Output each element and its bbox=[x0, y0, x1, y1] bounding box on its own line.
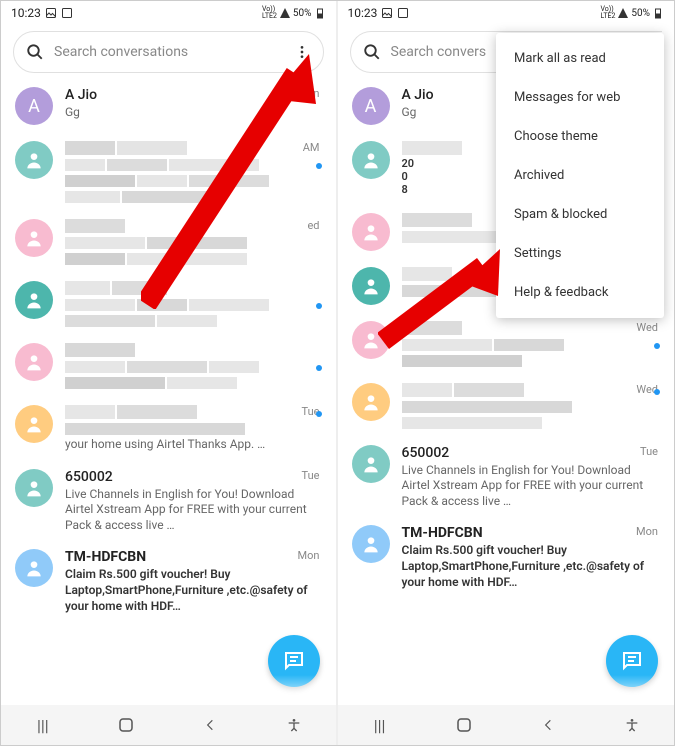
conversation-item[interactable]: Tue your home using Airtel Thanks App. … bbox=[1, 397, 336, 461]
status-bar: 10:23 Vo))LTE2 50% bbox=[1, 1, 336, 25]
conversation-item[interactable]: Wed bbox=[338, 313, 675, 375]
conversation-item[interactable]: 650002Tue Live Channels in English for Y… bbox=[338, 437, 675, 518]
avatar bbox=[15, 549, 53, 587]
phone-screen-right: 10:23 Vo))LTE2 50% Search convers A A Ji… bbox=[338, 1, 675, 745]
signal-icon bbox=[617, 7, 629, 19]
unread-dot bbox=[316, 411, 322, 417]
battery-icon bbox=[314, 7, 326, 19]
recents-button[interactable]: ||| bbox=[368, 713, 392, 737]
home-button[interactable] bbox=[114, 713, 138, 737]
conversation-item[interactable]: TM-HDFCBNMon Claim Rs.500 gift voucher! … bbox=[1, 541, 336, 622]
menu-mark-all-read[interactable]: Mark all as read bbox=[496, 39, 664, 78]
avatar bbox=[15, 141, 53, 179]
search-placeholder: Search conversations bbox=[54, 44, 283, 60]
image-icon bbox=[397, 7, 409, 19]
search-icon bbox=[26, 43, 44, 61]
menu-spam-blocked[interactable]: Spam & blocked bbox=[496, 195, 664, 234]
more-vert-icon bbox=[294, 44, 310, 60]
image-icon bbox=[45, 7, 57, 19]
more-options-button[interactable] bbox=[293, 43, 311, 61]
phone-screen-left: 10:23 Vo))LTE2 50% Search conversations … bbox=[1, 1, 338, 745]
menu-help-feedback[interactable]: Help & feedback bbox=[496, 273, 664, 312]
avatar bbox=[352, 445, 390, 483]
conversation-item[interactable] bbox=[1, 335, 336, 397]
conversation-item[interactable]: Wed bbox=[338, 375, 675, 437]
accessibility-button[interactable] bbox=[620, 713, 644, 737]
conversation-preview: Gg bbox=[65, 105, 322, 121]
unread-dot bbox=[654, 343, 660, 349]
chat-icon bbox=[620, 649, 644, 673]
signal-icon bbox=[279, 7, 291, 19]
conversation-item[interactable]: TM-HDFCBNMon Claim Rs.500 gift voucher! … bbox=[338, 517, 675, 598]
avatar bbox=[352, 141, 390, 179]
search-icon bbox=[363, 43, 381, 61]
avatar bbox=[15, 343, 53, 381]
back-button[interactable] bbox=[536, 713, 560, 737]
image-icon bbox=[381, 7, 393, 19]
conversation-list: A A Jio 24 min Gg AM bbox=[1, 79, 336, 705]
avatar bbox=[15, 281, 53, 319]
conversation-item[interactable] bbox=[1, 273, 336, 335]
unread-dot bbox=[316, 303, 322, 309]
new-message-fab[interactable] bbox=[606, 635, 658, 687]
status-network: Vo))LTE2 bbox=[262, 6, 277, 20]
avatar: A bbox=[352, 87, 390, 125]
avatar bbox=[15, 405, 53, 443]
navigation-bar: ||| bbox=[1, 705, 336, 745]
avatar bbox=[352, 321, 390, 359]
conversation-item[interactable]: 650002Tue Live Channels in English for Y… bbox=[1, 461, 336, 542]
home-button[interactable] bbox=[452, 713, 476, 737]
avatar bbox=[15, 219, 53, 257]
avatar: A bbox=[15, 87, 53, 125]
avatar bbox=[15, 469, 53, 507]
avatar bbox=[352, 213, 390, 251]
accessibility-button[interactable] bbox=[282, 713, 306, 737]
avatar bbox=[352, 383, 390, 421]
search-bar[interactable]: Search conversations bbox=[13, 31, 324, 73]
back-button[interactable] bbox=[198, 713, 222, 737]
avatar bbox=[352, 525, 390, 563]
recents-button[interactable]: ||| bbox=[31, 713, 55, 737]
new-message-fab[interactable] bbox=[268, 635, 320, 687]
unread-dot bbox=[316, 365, 322, 371]
conversation-item[interactable]: AM bbox=[1, 133, 336, 211]
status-bar: 10:23 Vo))LTE2 50% bbox=[338, 1, 675, 25]
conversation-time: 24 min bbox=[286, 87, 320, 100]
image-icon bbox=[61, 7, 73, 19]
conversation-item[interactable]: A A Jio 24 min Gg bbox=[1, 79, 336, 133]
conversation-item[interactable]: ed bbox=[1, 211, 336, 273]
unread-dot bbox=[654, 389, 660, 395]
unread-dot bbox=[316, 163, 322, 169]
navigation-bar: ||| bbox=[338, 705, 675, 745]
overflow-menu: Mark all as read Messages for web Choose… bbox=[496, 33, 664, 318]
chat-icon bbox=[282, 649, 306, 673]
menu-archived[interactable]: Archived bbox=[496, 156, 664, 195]
conversation-preview: your home using Airtel Thanks App. … bbox=[65, 437, 322, 453]
menu-messages-for-web[interactable]: Messages for web bbox=[496, 78, 664, 117]
battery-icon bbox=[652, 7, 664, 19]
avatar bbox=[352, 267, 390, 305]
menu-choose-theme[interactable]: Choose theme bbox=[496, 117, 664, 156]
menu-settings[interactable]: Settings bbox=[496, 234, 664, 273]
status-time: 10:23 bbox=[11, 6, 41, 20]
contact-name: A Jio bbox=[65, 87, 97, 103]
status-battery: 50% bbox=[293, 8, 312, 19]
